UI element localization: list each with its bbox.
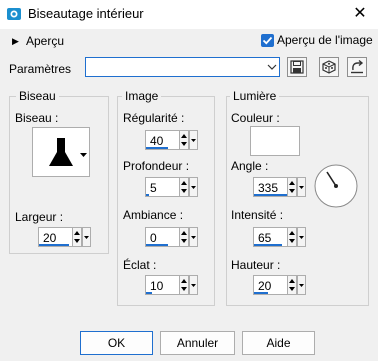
preset-combobox[interactable] [85,57,280,77]
intensity-slider-bar[interactable] [254,244,282,246]
spin-arrows-icon [289,181,295,193]
image-group-title: Image [122,89,162,103]
bevel-dropdown-arrow[interactable] [79,147,88,161]
help-button[interactable]: Aide [242,331,315,355]
depth-dropdown[interactable] [189,177,198,197]
shininess-spin-arrows[interactable] [179,275,189,295]
chevron-down-icon [191,236,196,239]
width-dropdown[interactable] [82,227,91,247]
preview-checkbox-label[interactable]: Aperçu de l'image [277,33,373,47]
chevron-down-icon [80,153,87,157]
ambience-value: 0 [150,231,157,245]
light-group-title: Lumière [230,89,280,103]
preview-checkbox[interactable] [261,34,274,47]
chevron-down-icon [299,284,304,287]
window-title: Biseautage intérieur [28,6,144,21]
shininess-value: 10 [150,279,164,293]
intensity-label: Intensité : [231,208,284,222]
depth-value: 5 [150,181,157,195]
smoothness-spin-arrows[interactable] [179,130,189,150]
height-label: Hauteur : [231,258,281,272]
chevron-down-icon [191,139,196,142]
save-preset-icon [290,60,304,74]
bevel-group-title: Biseau [16,89,59,103]
color-label: Couleur : [231,111,280,125]
height-value: 20 [258,279,272,293]
smoothness-dropdown[interactable] [189,130,198,150]
save-preset-button[interactable] [287,57,307,77]
width-spin-arrows[interactable] [72,227,82,247]
ambience-dropdown[interactable] [189,227,198,247]
spin-arrows-icon [181,181,187,193]
intensity-value: 65 [258,231,272,245]
ambience-slider-bar[interactable] [146,244,168,246]
spin-arrows-icon [289,231,295,243]
random-button[interactable] [319,57,339,77]
reset-icon [351,59,364,74]
smoothness-label: Régularité : [123,111,185,125]
intensity-dropdown[interactable] [297,227,306,247]
smoothness-slider-bar[interactable] [146,147,168,149]
chevron-down-icon [191,186,196,189]
shininess-label: Éclat : [123,258,157,272]
chevron-down-icon[interactable] [266,59,278,75]
width-slider-bar[interactable] [39,244,69,246]
shininess-slider-bar[interactable] [146,292,152,294]
chevron-down-icon [191,284,196,287]
angle-label: Angle : [231,159,269,173]
angle-dial-icon[interactable] [313,163,359,209]
bevel-label: Biseau : [15,111,59,125]
intensity-spin-arrows[interactable] [287,227,297,247]
preview-toggle-label[interactable]: Aperçu [26,34,64,48]
spin-arrows-icon [181,279,187,291]
height-slider-bar[interactable] [254,292,268,294]
spin-arrows-icon [74,231,80,243]
width-value: 20 [43,231,57,245]
smoothness-value: 40 [150,134,164,148]
shininess-dropdown[interactable] [189,275,198,295]
expand-triangle-icon[interactable]: ▶ [12,36,19,47]
app-icon [7,8,21,20]
depth-slider-bar[interactable] [146,194,149,196]
chevron-down-icon [299,186,304,189]
ambience-spin-arrows[interactable] [179,227,189,247]
close-icon[interactable]: ✕ [350,4,370,24]
angle-spin-arrows[interactable] [287,177,297,197]
angle-dropdown[interactable] [297,177,306,197]
angle-value: 335 [258,181,279,195]
width-label: Largeur : [15,210,64,224]
spin-arrows-icon [181,134,187,146]
height-spin-arrows[interactable] [287,275,297,295]
checkmark-icon [262,36,273,45]
spin-arrows-icon [289,279,295,291]
spin-arrows-icon [181,231,187,243]
chevron-down-icon [299,236,304,239]
height-dropdown[interactable] [297,275,306,295]
ok-button[interactable]: OK [80,331,153,355]
depth-label: Profondeur : [123,159,190,173]
random-icon [322,60,336,74]
depth-spin-arrows[interactable] [179,177,189,197]
cancel-button[interactable]: Annuler [160,331,235,355]
params-label: Paramètres [9,62,72,76]
ambience-label: Ambiance : [123,208,184,222]
reset-button[interactable] [347,57,367,77]
light-color-swatch[interactable] [250,126,300,156]
chevron-down-icon [84,236,89,239]
